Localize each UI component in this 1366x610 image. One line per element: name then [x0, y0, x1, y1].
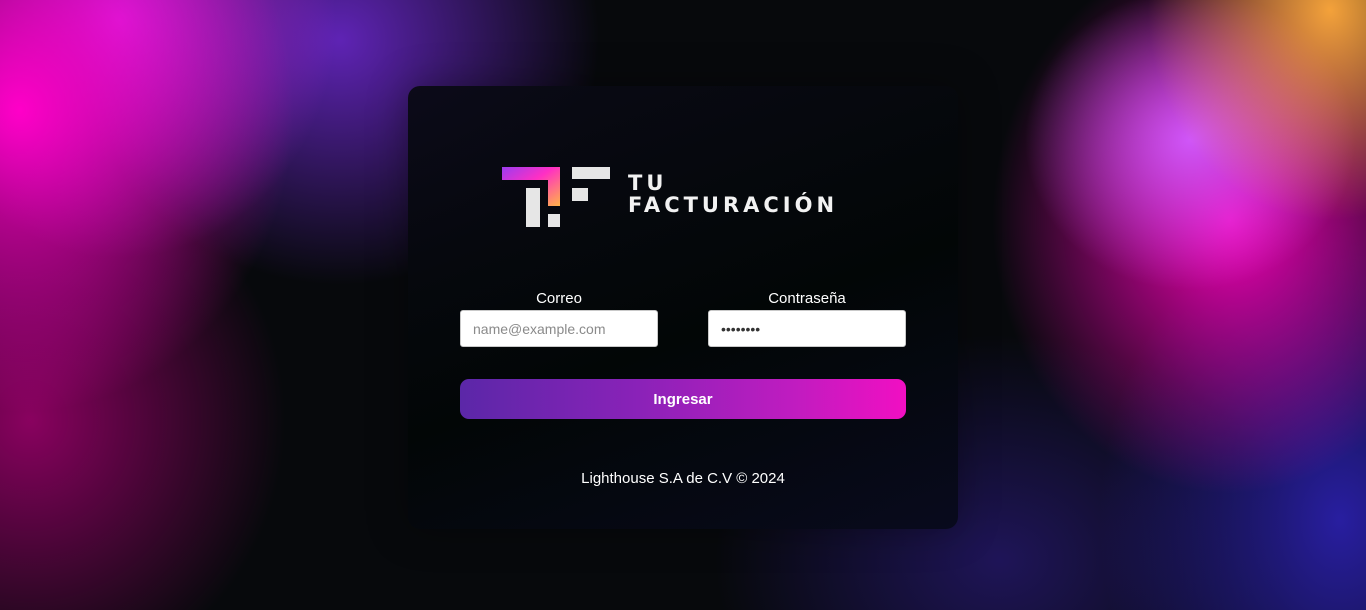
brand-logo: TU FACTURACIÓN — [500, 166, 880, 228]
footer-copyright: Lighthouse S.A de C.V © 2024 — [581, 470, 785, 487]
email-input[interactable] — [460, 310, 658, 347]
email-label: Correo — [536, 290, 582, 307]
login-card: TU FACTURACIÓN Correo Contraseña Ingresa… — [408, 86, 958, 529]
login-button[interactable]: Ingresar — [460, 379, 906, 419]
brand-name-line1: TU — [628, 171, 668, 195]
password-input[interactable] — [708, 310, 906, 347]
password-label: Contraseña — [768, 290, 846, 307]
brand-name: TU FACTURACIÓN — [628, 172, 838, 216]
tf-logo-icon — [502, 167, 610, 227]
brand-name-line2: FACTURACIÓN — [628, 193, 839, 217]
